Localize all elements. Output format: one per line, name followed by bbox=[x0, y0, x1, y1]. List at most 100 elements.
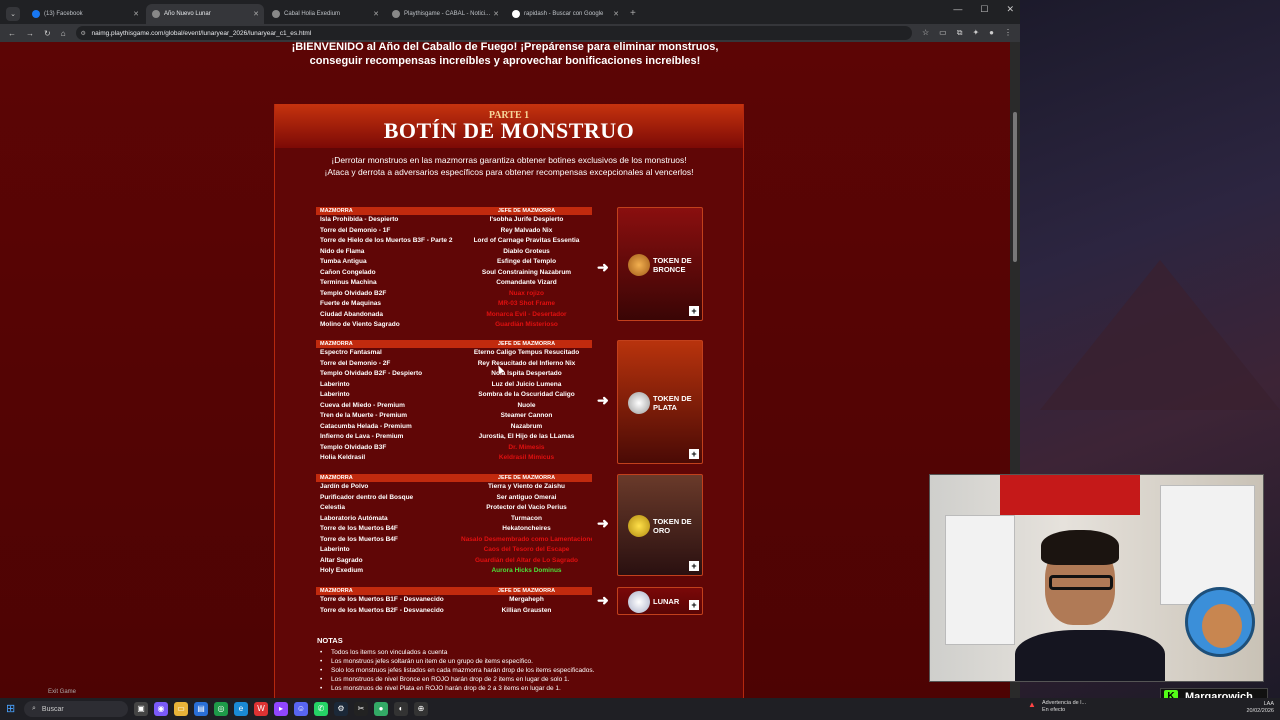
back-icon[interactable]: ← bbox=[8, 29, 16, 38]
profile-icon[interactable]: ● bbox=[989, 28, 994, 38]
system-tray[interactable]: LAA 20/02/2026 bbox=[1246, 701, 1274, 715]
table-row: Laberinto Sombra de la Oscuridad Caligo bbox=[316, 390, 592, 401]
browser-tab[interactable]: Cabal Holia Exedium ✕ bbox=[266, 4, 384, 24]
token-label: TOKEN DE BRONCE bbox=[653, 256, 692, 274]
cast-icon[interactable]: ▭ bbox=[939, 28, 947, 38]
col-boss-header: JEFE DE MAZMORRA bbox=[497, 475, 556, 481]
token-card[interactable]: TOKEN DE ORO + bbox=[617, 474, 703, 576]
app-icon[interactable]: ⊕ bbox=[414, 702, 428, 716]
steam-icon[interactable]: ⚙ bbox=[334, 702, 348, 716]
dungeon-cell: Cueva del Miedo - Premium bbox=[320, 401, 405, 409]
token-card[interactable]: TOKEN DE BRONCE + bbox=[617, 207, 703, 321]
col-dungeon-header: MAZMORRA bbox=[320, 341, 353, 347]
boss-cell: Jurostia, El Hijo de las LLamas bbox=[478, 433, 575, 440]
table-row: Templo Olvidado B2F Nuax rojizo bbox=[316, 289, 592, 300]
capcut-icon[interactable]: ✂ bbox=[354, 702, 368, 716]
dungeon-cell: Torre de los Muertos B4F bbox=[320, 525, 398, 532]
loot-table: MAZMORRA JEFE DE MAZMORRA Espectro Fantasm… bbox=[316, 340, 592, 464]
arrow-right-icon: ➜ bbox=[597, 515, 609, 532]
obs-icon[interactable]: ◐ bbox=[394, 702, 408, 716]
taskbar-search[interactable]: ⌕ Buscar bbox=[24, 701, 128, 717]
store-icon[interactable]: ▤ bbox=[194, 702, 208, 716]
chrome-icon[interactable]: ◎ bbox=[214, 702, 228, 716]
expand-plus-icon[interactable]: + bbox=[689, 561, 699, 571]
dungeon-cell: Laberinto bbox=[320, 380, 350, 388]
note-item: Los monstruos jefes soltarán un item de … bbox=[317, 657, 737, 666]
extensions-icon[interactable]: ⧉ bbox=[957, 28, 963, 38]
token-label: TOKEN DE ORO bbox=[653, 517, 692, 535]
expand-plus-icon[interactable]: + bbox=[689, 600, 699, 610]
app-green-icon[interactable]: ● bbox=[374, 702, 388, 716]
table-row: Infierno de Lava - Premium Jurostia, El H… bbox=[316, 432, 592, 443]
expand-plus-icon[interactable]: + bbox=[689, 306, 699, 316]
scrollbar-thumb[interactable] bbox=[1013, 112, 1017, 262]
red-storage-box bbox=[1000, 475, 1140, 515]
taskbar-notification[interactable]: ▲ Advertencia de l... En efecto bbox=[1028, 700, 1086, 714]
file-explorer-icon[interactable]: ▭ bbox=[174, 702, 188, 716]
loot-table: MAZMORRA JEFE DE MAZMORRA Isla Prohibida -… bbox=[316, 207, 592, 331]
boss-cell: Soul Constraining Nazabrum bbox=[481, 268, 572, 276]
tab-favicon-icon bbox=[512, 10, 520, 18]
dungeon-cell: Isla Prohibida - Despierto bbox=[320, 216, 399, 223]
boss-cell: Sombra de la Oscuridad Caligo bbox=[478, 391, 575, 398]
browser-window: ⌄ (13) Facebook ✕ Año Nuevo Lunar ✕ Cabal Ho… bbox=[0, 0, 1020, 698]
browser-tab[interactable]: Año Nuevo Lunar ✕ bbox=[146, 4, 264, 24]
tab-close-icon[interactable]: ✕ bbox=[373, 10, 379, 18]
dungeon-cell: Ciudad Abandonada bbox=[320, 310, 383, 318]
tab-favicon-icon bbox=[152, 10, 160, 18]
menu-icon[interactable]: ⋮ bbox=[1004, 28, 1012, 38]
table-row: Jardín de Polvo Tierra y Viento de Zaishu bbox=[316, 482, 592, 493]
tab-close-icon[interactable]: ✕ bbox=[493, 10, 499, 18]
tab-search-button[interactable]: ⌄ bbox=[6, 7, 20, 21]
table-row: Templo Olvidado B3F Dr. Mimesis bbox=[316, 443, 592, 454]
tab-close-icon[interactable]: ✕ bbox=[253, 10, 259, 18]
tab-title: Cabal Holia Exedium bbox=[284, 11, 341, 17]
boss-cell: Dr. Mimesis bbox=[508, 443, 545, 451]
note-item: Solo los monstruos jefes listados en cad… bbox=[317, 666, 737, 675]
tab-close-icon[interactable]: ✕ bbox=[613, 10, 619, 18]
maximize-button[interactable]: ☐ bbox=[980, 4, 988, 15]
twitch-icon[interactable]: ▸ bbox=[274, 702, 288, 716]
minimize-button[interactable]: — bbox=[953, 4, 962, 15]
close-window-button[interactable]: ✕ bbox=[1006, 4, 1014, 15]
new-tab-button[interactable]: + bbox=[630, 4, 636, 24]
table-row: Tumba Antigua Esfinge del Templo bbox=[316, 257, 592, 268]
expand-plus-icon[interactable]: + bbox=[689, 449, 699, 459]
tab-title: (13) Facebook bbox=[44, 11, 83, 17]
dungeon-cell: Templo Olvidado B2F bbox=[320, 289, 387, 297]
edge-icon[interactable]: e bbox=[234, 702, 248, 716]
dungeon-cell: Cañon Congelado bbox=[320, 268, 376, 276]
url-field[interactable]: ⚙ naimg.playthisgame.com/global/event/lu… bbox=[75, 26, 912, 40]
task-view-icon[interactable]: ▣ bbox=[134, 702, 148, 716]
table-header: MAZMORRA JEFE DE MAZMORRA bbox=[316, 474, 592, 482]
table-row: Espectro Fantasmal Eterno Caligo Tempus R… bbox=[316, 348, 592, 359]
site-info-icon[interactable]: ⚙ bbox=[81, 30, 86, 37]
whatsapp-icon[interactable]: ✆ bbox=[314, 702, 328, 716]
search-label: Buscar bbox=[41, 705, 64, 713]
discord-icon[interactable]: ☺ bbox=[294, 702, 308, 716]
windows-start-icon[interactable]: ⊞ bbox=[6, 703, 18, 715]
notes-title: NOTAS bbox=[317, 636, 343, 645]
bookmark-star-icon[interactable]: ☆ bbox=[922, 28, 929, 38]
token-card[interactable]: TOKEN DE PLATA + bbox=[617, 340, 703, 464]
boss-cell: Caos del Tesoro del Escape bbox=[483, 546, 570, 553]
token-coin-icon bbox=[628, 392, 650, 414]
boss-cell: Luz del Juicio Lumena bbox=[491, 380, 562, 388]
copilot-icon[interactable]: ◉ bbox=[154, 702, 168, 716]
boss-cell: Lord of Carnage Pravitas Essentia bbox=[473, 237, 580, 244]
token-card[interactable]: LUNAR + bbox=[617, 587, 703, 615]
glasses bbox=[1049, 575, 1113, 590]
boss-cell: Guardián Misterioso bbox=[495, 321, 558, 328]
browser-tab[interactable]: rapidash - Buscar con Google ✕ bbox=[506, 4, 624, 24]
boss-cell: Nuole bbox=[517, 401, 536, 409]
browser-tab[interactable]: Playthisgame - CABAL - Notici... ✕ bbox=[386, 4, 504, 24]
tab-close-icon[interactable]: ✕ bbox=[133, 10, 139, 18]
reload-icon[interactable]: ↻ bbox=[44, 29, 51, 38]
dungeon-cell: Torre de los Muertos B1F - Desvanecido bbox=[320, 596, 444, 603]
app-red-icon[interactable]: W bbox=[254, 702, 268, 716]
browser-tab[interactable]: (13) Facebook ✕ bbox=[26, 4, 144, 24]
forward-icon[interactable]: → bbox=[26, 29, 34, 38]
puzzle-icon[interactable]: ✦ bbox=[972, 28, 979, 38]
avatar-face bbox=[1202, 604, 1242, 648]
home-icon[interactable]: ⌂ bbox=[61, 29, 66, 38]
